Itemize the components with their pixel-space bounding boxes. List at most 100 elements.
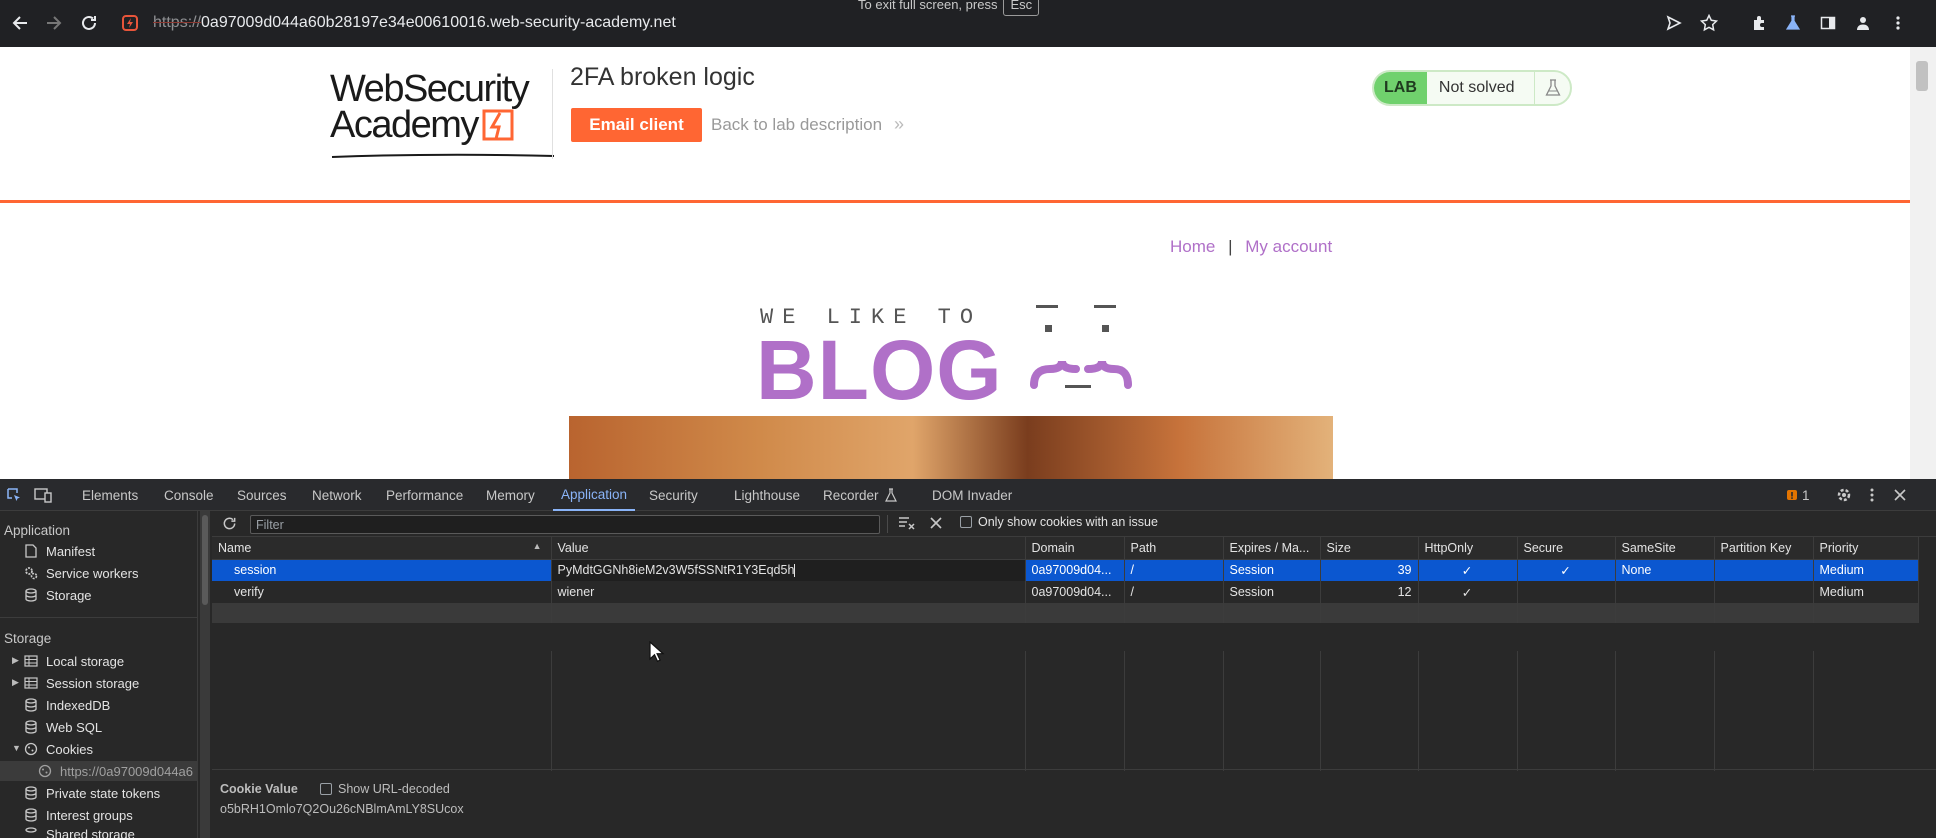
back-icon[interactable]	[8, 11, 32, 35]
checkbox-box[interactable]	[320, 783, 332, 795]
sidebar-item-manifest[interactable]: Manifest	[24, 541, 95, 561]
gears-icon	[24, 566, 38, 580]
sidebar-item-label: Interest groups	[46, 807, 133, 823]
tab-sources[interactable]: Sources	[237, 479, 287, 511]
column-header-size[interactable]: Size	[1320, 537, 1419, 560]
sidebar-item-session-storage[interactable]: Session storage	[24, 673, 139, 693]
delete-selected-icon[interactable]	[930, 517, 942, 532]
cookie-value-text: o5bRH1Omlo7Q2Ou26cNBlmAmLY8SUcox	[220, 802, 464, 816]
forward-icon[interactable]	[42, 11, 66, 35]
devtools-settings-icon[interactable]	[1836, 479, 1852, 511]
profile-icon[interactable]	[1851, 11, 1875, 35]
send-icon[interactable]	[1662, 11, 1686, 35]
tab-recorder[interactable]: Recorder	[823, 479, 897, 511]
column-header-httponly[interactable]: HttpOnly	[1418, 537, 1518, 560]
empty-row[interactable]	[212, 603, 1919, 623]
recorder-flask-icon	[884, 488, 897, 502]
table-empty-area[interactable]	[212, 651, 1918, 771]
back-to-lab-link[interactable]: Back to lab description	[711, 115, 882, 135]
devtools-panel: Elements Console Sources Network Perform…	[0, 479, 1936, 838]
column-header-path[interactable]: Path	[1124, 537, 1224, 560]
blog-hero-image[interactable]	[569, 416, 1333, 479]
tab-security[interactable]: Security	[649, 479, 698, 511]
tab-network[interactable]: Network	[312, 479, 362, 511]
column-header-name[interactable]: Name ▲	[212, 537, 552, 560]
cell-name: session	[212, 559, 552, 581]
sidebar-item-cookies[interactable]: Cookies	[24, 739, 93, 759]
expand-arrow-icon[interactable]: ▶	[12, 677, 19, 688]
column-header-secure[interactable]: Secure	[1517, 537, 1616, 560]
page-scrollbar-thumb[interactable]	[1916, 61, 1928, 91]
web-security-academy-logo[interactable]: WebSecurity Academy	[330, 68, 556, 161]
column-header-priority[interactable]: Priority	[1813, 537, 1919, 560]
cell-priority: Medium	[1813, 581, 1919, 603]
nav-my-account-link[interactable]: My account	[1245, 237, 1332, 256]
bookmark-star-icon[interactable]	[1697, 11, 1721, 35]
sidebar-item-cookie-origin[interactable]: https://0a97009d044a6	[0, 761, 198, 781]
cell-secure	[1517, 581, 1616, 603]
refresh-icon[interactable]	[222, 516, 237, 534]
extension-flask-icon[interactable]	[1781, 11, 1805, 35]
device-toolbar-icon[interactable]	[34, 479, 52, 511]
column-header-partition-key[interactable]: Partition Key	[1714, 537, 1814, 560]
column-header-samesite[interactable]: SameSite	[1615, 537, 1715, 560]
logo-line-1: WebSecurity	[330, 68, 530, 110]
column-header-value[interactable]: Value	[551, 537, 1026, 560]
only-issue-checkbox[interactable]: Only show cookies with an issue	[960, 515, 1158, 529]
devtools-close-icon[interactable]	[1894, 479, 1906, 511]
extensions-icon[interactable]	[1747, 11, 1771, 35]
site-warning-icon[interactable]	[118, 11, 142, 35]
table-row[interactable]: session PyMdtGGNh8ieM2v3W5fSSNtR1Y3Eqd5h…	[212, 559, 1919, 581]
column-header-expires[interactable]: Expires / Ma...	[1223, 537, 1321, 560]
sidebar-item-interest-groups[interactable]: Interest groups	[24, 805, 133, 825]
sidebar-item-shared-storage[interactable]: Shared storage	[24, 827, 135, 838]
cell-samesite	[1615, 581, 1715, 603]
devtools-menu-icon[interactable]	[1869, 479, 1875, 511]
column-header-domain[interactable]: Domain	[1025, 537, 1125, 560]
sidebar-item-web-sql[interactable]: Web SQL	[24, 717, 102, 737]
side-panel-icon[interactable]	[1816, 11, 1840, 35]
nav-home-link[interactable]: Home	[1170, 237, 1215, 256]
cell-value-editor[interactable]: PyMdtGGNh8ieM2v3W5fSSNtR1Y3Eqd5h	[551, 559, 1026, 581]
sidebar-scrollbar[interactable]	[200, 511, 210, 838]
sidebar-item-label: Storage	[46, 587, 92, 603]
clear-filtered-icon[interactable]	[898, 516, 916, 533]
reload-icon[interactable]	[77, 11, 101, 35]
application-sidebar: Application Manifest Service workers Sto…	[0, 511, 198, 838]
sidebar-item-local-storage[interactable]: Local storage	[24, 651, 124, 671]
grid-table-icon	[24, 676, 38, 690]
sidebar-item-storage[interactable]: Storage	[24, 585, 92, 605]
sidebar-scrollbar-thumb[interactable]	[202, 515, 208, 605]
sidebar-item-service-workers[interactable]: Service workers	[24, 563, 138, 583]
cell-httponly: ✓	[1418, 581, 1518, 603]
fullscreen-hint: To exit full screen, press Esc	[858, 0, 1040, 16]
show-url-decoded-checkbox[interactable]: Show URL-decoded	[320, 782, 450, 796]
inspect-element-icon[interactable]	[6, 479, 22, 511]
top-nav: Home | My account	[1170, 237, 1332, 257]
tab-elements[interactable]: Elements	[82, 479, 138, 511]
sidebar-item-private-state-tokens[interactable]: Private state tokens	[24, 783, 160, 803]
issues-counter[interactable]: 1	[1786, 479, 1810, 511]
tab-console[interactable]: Console	[164, 479, 214, 511]
tab-lighthouse[interactable]: Lighthouse	[734, 479, 800, 511]
collapse-arrow-icon[interactable]: ▼	[12, 743, 21, 753]
filter-input[interactable]: Filter	[250, 515, 880, 534]
browser-menu-icon[interactable]	[1886, 11, 1910, 35]
email-client-button[interactable]: Email client	[571, 108, 702, 142]
tab-performance[interactable]: Performance	[386, 479, 463, 511]
table-row[interactable]: verify wiener 0a97009d04... / Session 12…	[212, 581, 1919, 603]
page-scrollbar[interactable]	[1910, 47, 1936, 479]
logo-bolt-icon	[482, 109, 514, 141]
browser-toolbar: https:// 0a97009d044a60b28197e34e0061001…	[0, 0, 1936, 47]
sidebar-item-indexeddb[interactable]: IndexedDB	[24, 695, 110, 715]
tab-dom-invader[interactable]: DOM Invader	[932, 479, 1012, 511]
tab-application[interactable]: Application	[553, 479, 636, 511]
cell-secure: ✓	[1517, 559, 1616, 581]
cell-expires: Session	[1223, 559, 1321, 581]
expand-arrow-icon[interactable]: ▶	[12, 655, 19, 666]
cookie-value-pane: Cookie Value Show URL-decoded o5bRH1Omlo…	[212, 769, 1936, 838]
checkbox-box[interactable]	[960, 516, 972, 528]
tab-memory[interactable]: Memory	[486, 479, 535, 511]
address-bar[interactable]: https:// 0a97009d044a60b28197e34e0061001…	[153, 8, 853, 38]
toolbar-divider	[887, 515, 888, 533]
